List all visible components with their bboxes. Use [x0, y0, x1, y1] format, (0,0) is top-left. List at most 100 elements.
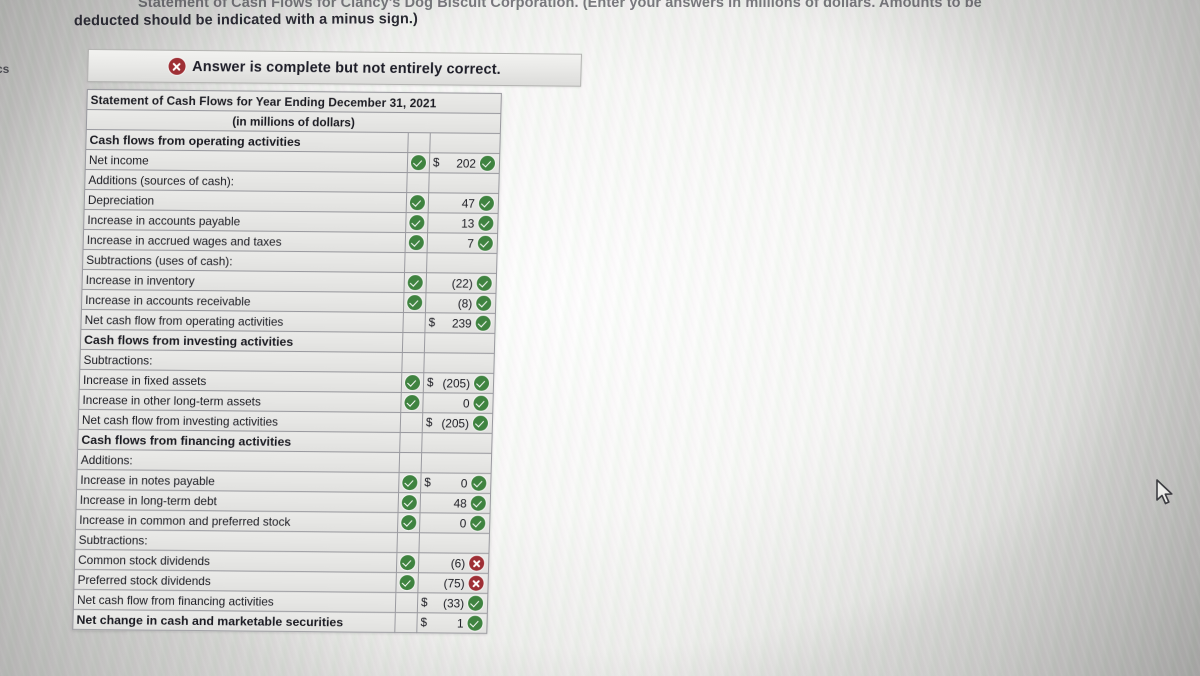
x-circle-icon — [167, 57, 186, 75]
row-value-cell[interactable]: 47 — [428, 192, 499, 214]
status-banner: Answer is complete but not entirely corr… — [87, 49, 582, 87]
row-value: (22) — [451, 276, 473, 291]
row-value: (75) — [443, 575, 465, 591]
row-value-cell[interactable]: $ (205) — [422, 412, 493, 434]
value-status-cell — [473, 375, 490, 392]
check-circle-icon — [471, 475, 487, 492]
row-label-check-cell — [398, 492, 421, 513]
check-circle-icon — [478, 195, 495, 212]
value-status-cell — [478, 195, 495, 212]
currency-symbol: $ — [425, 416, 433, 430]
row-value-cell — [429, 132, 501, 154]
value-status-cell — [476, 275, 493, 292]
check-circle-icon — [470, 515, 486, 532]
row-value-cell[interactable]: $1 — [416, 612, 488, 634]
row-value-cell — [421, 452, 492, 474]
row-value-cell[interactable]: $ (205) — [423, 372, 494, 394]
row-value: 239 — [451, 316, 472, 331]
check-circle-icon — [407, 275, 423, 291]
row-label-check-cell — [396, 552, 419, 573]
row-value-cell[interactable]: 13 — [427, 212, 499, 234]
check-circle-icon — [475, 295, 492, 312]
currency-symbol: $ — [428, 316, 436, 330]
row-value-cell[interactable]: $239 — [424, 312, 496, 334]
row-value: 48 — [453, 496, 467, 511]
row-value-cell — [424, 332, 495, 354]
worksheet-panel: Answer is complete but not entirely corr… — [72, 49, 588, 635]
row-value-cell — [418, 532, 490, 554]
currency-symbol: $ — [426, 376, 434, 390]
row-value-cell[interactable]: 7 — [427, 232, 498, 254]
row-value-cell — [421, 432, 493, 454]
currency-symbol: $ — [424, 476, 431, 490]
row-value-cell[interactable]: (6) — [418, 552, 489, 574]
value-status-cell — [477, 235, 494, 252]
row-value-cell[interactable]: 48 — [420, 492, 491, 514]
row-value: 7 — [467, 236, 475, 251]
value-status-cell — [479, 155, 496, 172]
row-value-cell — [426, 252, 498, 274]
check-circle-icon — [407, 295, 423, 311]
row-label-check-cell — [401, 352, 425, 373]
row-label-check-cell — [395, 572, 419, 593]
row-value-cell — [428, 172, 500, 194]
check-circle-icon — [404, 375, 421, 391]
row-label-check-cell — [401, 372, 424, 393]
check-circle-icon — [408, 235, 425, 251]
row-value: (205) — [441, 415, 470, 431]
check-circle-icon — [479, 155, 496, 172]
check-circle-icon — [473, 395, 489, 412]
row-value: (8) — [457, 296, 473, 311]
row-value: 0 — [459, 516, 467, 531]
check-circle-icon — [409, 215, 425, 231]
row-value: 202 — [456, 156, 477, 171]
currency-symbol: $ — [420, 616, 428, 630]
row-value-cell[interactable]: (22) — [425, 272, 497, 294]
value-status-cell — [472, 395, 489, 412]
currency-symbol: $ — [432, 156, 440, 170]
question-prompt: Statement of Cash Flows for Clancy's Dog… — [0, 0, 1200, 29]
row-label-check-cell — [403, 272, 427, 293]
row-label-check-cell — [399, 452, 422, 473]
value-status-cell — [467, 595, 484, 612]
check-circle-icon — [401, 515, 417, 531]
row-label-check-cell — [400, 392, 424, 413]
row-value-cell[interactable]: (8) — [425, 292, 496, 314]
row-value-cell[interactable]: 0 — [422, 392, 494, 414]
row-value-cell[interactable]: $0 — [420, 472, 492, 494]
check-circle-icon — [399, 555, 416, 571]
row-label-check-cell — [403, 292, 426, 313]
table-row: Net change in cash and marketable securi… — [72, 609, 488, 634]
check-circle-icon — [401, 495, 417, 511]
value-status-cell — [475, 295, 492, 312]
mouse-pointer-icon — [1156, 479, 1173, 505]
row-value: (33) — [442, 595, 465, 611]
row-value: 47 — [461, 196, 476, 211]
row-label-check-cell — [394, 612, 418, 633]
row-value-cell[interactable]: 0 — [419, 512, 491, 534]
check-circle-icon — [467, 595, 484, 612]
row-label-check-cell — [404, 252, 428, 273]
check-circle-icon — [478, 215, 494, 232]
row-label-check-cell — [398, 472, 422, 493]
check-circle-icon — [476, 275, 492, 292]
x-circle-icon — [468, 555, 485, 572]
row-label-check-cell — [407, 132, 431, 153]
row-value-cell[interactable]: $ (33) — [417, 592, 488, 614]
value-status-cell — [467, 575, 484, 592]
row-value: 0 — [460, 476, 468, 491]
row-label-check-cell — [395, 592, 418, 613]
value-status-cell — [470, 495, 487, 512]
check-circle-icon — [472, 415, 489, 432]
row-label-check-cell — [407, 152, 430, 173]
check-circle-icon — [477, 235, 494, 252]
check-circle-icon — [467, 615, 483, 631]
row-value-cell[interactable]: $202 — [429, 152, 500, 174]
row-label-check-cell — [399, 432, 423, 453]
row-label-check-cell — [397, 512, 421, 533]
row-value: (6) — [450, 556, 466, 571]
value-status-cell — [470, 475, 487, 492]
statement-body: Statement of Cash Flows for Year Ending … — [72, 89, 502, 634]
check-circle-icon — [470, 495, 486, 512]
row-value-cell[interactable]: (75) — [417, 572, 489, 594]
